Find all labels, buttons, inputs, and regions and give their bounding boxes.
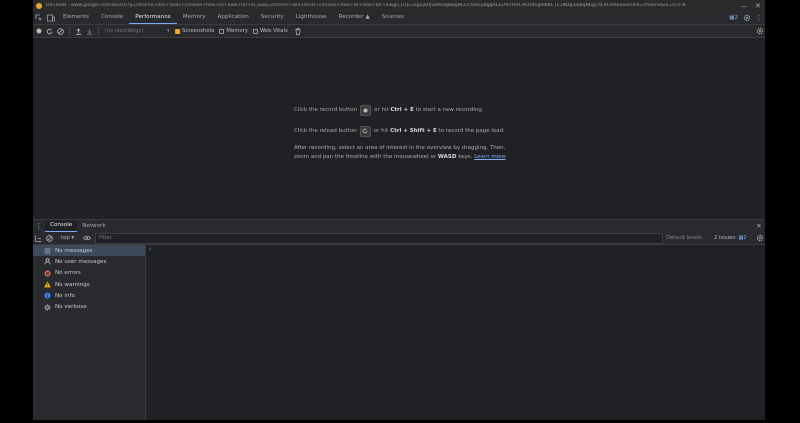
chevron-down-icon[interactable]: ▾ <box>167 28 175 34</box>
capture-settings-gear-icon[interactable] <box>754 25 765 37</box>
console-prompt[interactable]: › <box>149 246 151 253</box>
memory-checkbox[interactable]: Memory <box>219 28 248 34</box>
reload-instruction: Click the reload button or hit Ctrl + Sh… <box>294 125 514 137</box>
record-icon[interactable] <box>33 25 44 37</box>
devtools-window: DevTools - www.google.com/search?q=chrom… <box>33 0 765 420</box>
download-profile-icon[interactable] <box>84 25 95 37</box>
tab-performance[interactable]: Performance <box>129 11 177 24</box>
clear-console-icon[interactable] <box>44 232 55 244</box>
minimize-icon[interactable]: — <box>737 2 751 10</box>
close-window-icon[interactable]: ✕ <box>751 2 765 10</box>
verbose-icon <box>43 303 52 312</box>
console-settings-gear-icon[interactable] <box>754 232 765 244</box>
clear-icon[interactable] <box>55 25 66 37</box>
inline-reload-button[interactable] <box>359 125 371 137</box>
tab-application[interactable]: Application <box>212 11 255 24</box>
performance-toolbar: (no recordings) ▾ Screenshots Memory Web… <box>33 25 765 38</box>
recording-select[interactable]: (no recordings) <box>102 28 167 34</box>
settings-gear-icon[interactable] <box>741 12 753 24</box>
tab-memory[interactable]: Memory <box>177 11 212 24</box>
window-title: DevTools - www.google.com/search?q=chrom… <box>46 3 686 8</box>
reload-record-icon[interactable] <box>44 25 55 37</box>
upload-profile-icon[interactable] <box>73 25 84 37</box>
error-icon <box>43 269 52 278</box>
device-toolbar-icon[interactable] <box>45 12 57 24</box>
info-icon <box>43 291 52 300</box>
live-expression-eye-icon[interactable] <box>81 232 92 244</box>
drawer-tab-console[interactable]: Console <box>45 220 78 232</box>
web-vitals-checkbox[interactable]: Web Vitals <box>252 28 288 34</box>
landing-instructions: Click the record button or hit Ctrl + E … <box>294 104 514 162</box>
performance-landing-area: Click the record button or hit Ctrl + E … <box>33 38 765 218</box>
log-levels-select[interactable]: Default levels <box>666 235 714 241</box>
drawer-menu-icon[interactable]: ⋮ <box>33 220 45 232</box>
sidebar-item-info[interactable]: No info <box>33 290 145 301</box>
console-toolbar: top ▾ Filter Default levels 2 Issues: ▦2 <box>33 232 765 245</box>
record-instruction: Click the record button or hit Ctrl + E … <box>294 104 514 116</box>
user-icon <box>43 257 52 266</box>
sidebar-item-verbose[interactable]: No verbose <box>33 301 145 312</box>
devtools-favicon-icon <box>36 2 42 9</box>
inline-record-button[interactable] <box>360 104 372 116</box>
console-sidebar: No messages No user messages No errors N… <box>33 245 146 420</box>
collect-garbage-icon[interactable] <box>293 25 304 37</box>
checkbox-unchecked-icon <box>252 28 258 34</box>
tab-sources[interactable]: Sources <box>376 11 410 24</box>
drawer-tab-bar: ⋮ Console Network ✕ <box>33 219 765 233</box>
issues-badge[interactable]: ▦2 <box>726 15 741 21</box>
tab-security[interactable]: Security <box>255 11 290 24</box>
screenshots-checkbox[interactable]: Screenshots <box>175 28 214 34</box>
landing-paragraph: After recording, select an area of inter… <box>294 145 506 160</box>
learn-more-link[interactable]: Learn more <box>474 154 505 160</box>
sidebar-item-user-messages[interactable]: No user messages <box>33 256 145 267</box>
tab-lighthouse[interactable]: Lighthouse <box>290 11 333 24</box>
more-options-icon[interactable]: ⋮ <box>753 12 765 24</box>
title-bar: DevTools - www.google.com/search?q=chrom… <box>33 0 765 11</box>
console-output[interactable]: › <box>146 245 765 420</box>
sidebar-item-errors[interactable]: No errors <box>33 268 145 279</box>
close-drawer-icon[interactable]: ✕ <box>753 220 765 232</box>
filter-input[interactable]: Filter <box>95 232 663 244</box>
tab-elements[interactable]: Elements <box>57 11 95 24</box>
inspect-element-icon[interactable] <box>33 12 45 24</box>
list-icon <box>43 246 52 255</box>
warning-icon <box>43 280 52 289</box>
drawer-tab-network[interactable]: Network <box>77 220 110 232</box>
sidebar-item-messages[interactable]: No messages <box>33 245 145 257</box>
checkbox-unchecked-icon <box>219 28 225 34</box>
context-select[interactable]: top ▾ <box>55 235 81 241</box>
sidebar-item-warnings[interactable]: No warnings <box>33 279 145 290</box>
checkbox-checked-icon <box>175 28 180 34</box>
issues-counter[interactable]: 2 Issues: ▦2 <box>714 235 754 241</box>
tab-console[interactable]: Console <box>95 11 129 24</box>
panel-tab-bar: Elements Console Performance Memory Appl… <box>33 11 765 25</box>
tab-recorder[interactable]: Recorder ▲ <box>333 11 376 24</box>
sidebar-toggle-icon[interactable] <box>33 232 44 244</box>
